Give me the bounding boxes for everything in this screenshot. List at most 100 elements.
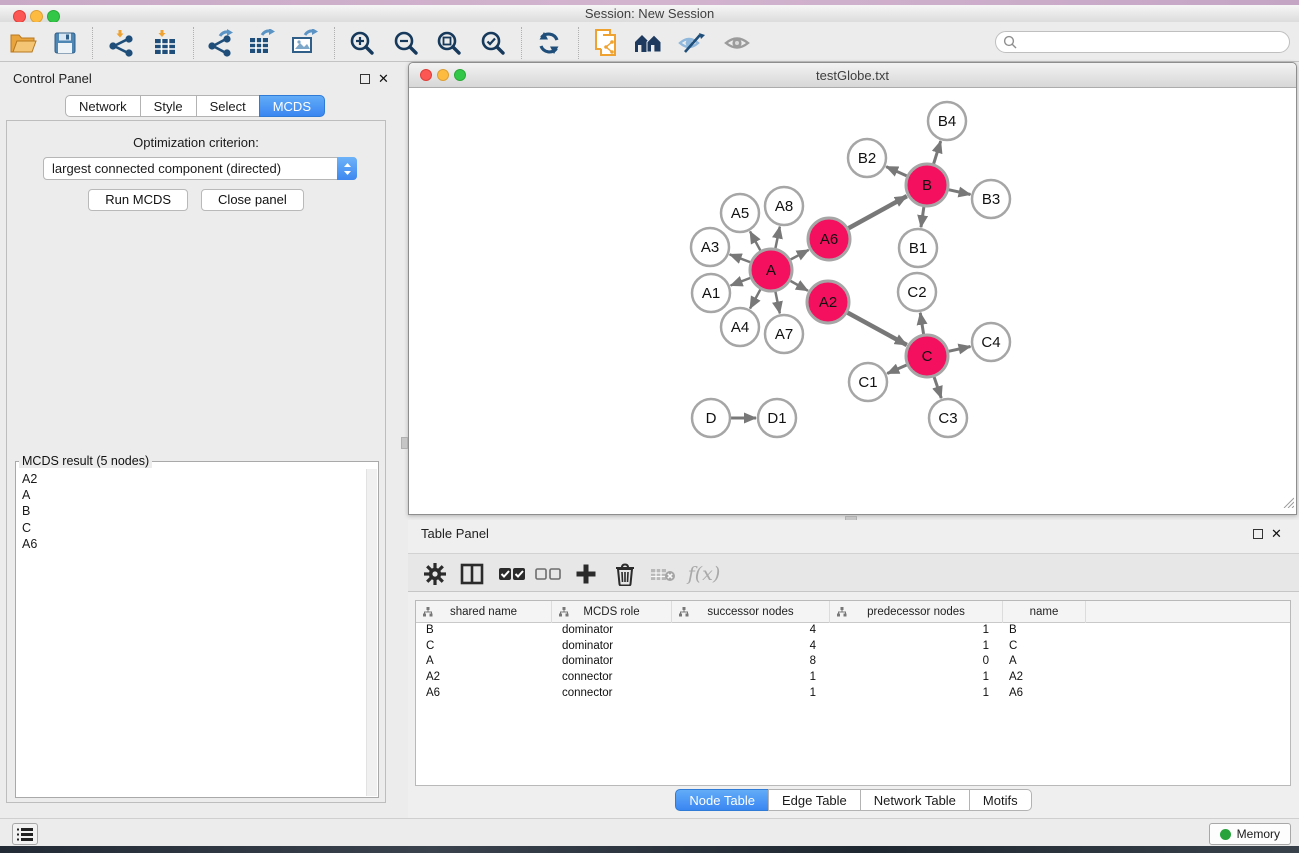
tab-network-table[interactable]: Network Table [860, 789, 970, 811]
table-options-icon[interactable] [420, 559, 450, 589]
close-panel-icon[interactable]: ✕ [378, 71, 389, 87]
tab-style[interactable]: Style [140, 95, 197, 117]
graph-edge-B-B3[interactable] [948, 190, 970, 195]
mcds-result-item[interactable]: C [22, 520, 366, 536]
graph-edge-A6-B[interactable] [848, 196, 907, 228]
graph-edge-A-A7[interactable] [775, 292, 779, 314]
close-table-panel-icon[interactable]: ✕ [1271, 526, 1282, 542]
graph-node-C1[interactable]: C1 [849, 363, 887, 401]
graph-edge-A-A5[interactable] [750, 231, 760, 250]
import-table-icon[interactable] [151, 28, 181, 58]
graph-edge-A-A1[interactable] [731, 278, 751, 286]
node-table[interactable]: shared nameMCDS rolesuccessor nodesprede… [415, 600, 1291, 786]
show-graphics-details-icon[interactable] [722, 28, 752, 58]
graph-node-C4[interactable]: C4 [972, 323, 1010, 361]
column-header-name[interactable]: name [1003, 601, 1086, 623]
graph-node-D[interactable]: D [692, 399, 730, 437]
export-network-icon[interactable] [205, 28, 235, 58]
open-session-icon[interactable] [8, 28, 38, 58]
graph-node-A6[interactable]: A6 [808, 218, 850, 260]
graph-node-B[interactable]: B [906, 164, 948, 206]
graph-node-B4[interactable]: B4 [928, 102, 966, 140]
export-image-icon[interactable] [290, 28, 320, 58]
graph-node-A1[interactable]: A1 [692, 274, 730, 312]
graph-edge-C-C1[interactable] [887, 365, 907, 374]
graph-edge-A2-C[interactable] [847, 313, 906, 345]
deselect-all-icon[interactable] [533, 559, 563, 589]
network-canvas[interactable]: B4B2BB3A8A5A6A3B1AC2A1A2A4A7C4CC1C3DD1 [409, 89, 1296, 514]
table-row[interactable]: A2connector11A2 [416, 670, 1290, 686]
tab-motifs[interactable]: Motifs [969, 789, 1032, 811]
graph-edge-A-A2[interactable] [790, 281, 808, 291]
home-icon[interactable] [633, 28, 663, 58]
zoom-in-icon[interactable] [347, 28, 377, 58]
mcds-result-item[interactable]: A [22, 487, 366, 503]
export-table-icon[interactable] [247, 28, 277, 58]
tab-mcds[interactable]: MCDS [259, 95, 325, 117]
graph-edge-A-A4[interactable] [750, 289, 760, 308]
select-all-icon[interactable] [497, 559, 527, 589]
graph-edge-C-C2[interactable] [920, 313, 923, 335]
search-field[interactable] [995, 31, 1290, 53]
mcds-result-item[interactable]: A6 [22, 536, 366, 552]
table-row[interactable]: Bdominator41B [416, 623, 1290, 639]
graph-edge-B-B2[interactable] [886, 167, 907, 176]
graph-node-C3[interactable]: C3 [929, 399, 967, 437]
tab-select[interactable]: Select [196, 95, 260, 117]
graph-edge-B-B4[interactable] [934, 141, 941, 164]
task-history-button[interactable] [12, 823, 38, 845]
graph-node-A2[interactable]: A2 [807, 281, 849, 323]
float-table-panel-icon[interactable] [1253, 529, 1263, 539]
table-row[interactable]: Cdominator41C [416, 639, 1290, 655]
hide-graphics-details-icon[interactable] [677, 28, 707, 58]
graph-node-A7[interactable]: A7 [765, 315, 803, 353]
criterion-dropdown[interactable]: largest connected component (directed) [43, 157, 357, 180]
mcds-result-list[interactable]: A2ABCA6 [17, 469, 366, 796]
graph-edge-A-A6[interactable] [790, 250, 808, 260]
network-from-clipboard-icon[interactable] [592, 28, 622, 58]
graph-node-A8[interactable]: A8 [765, 187, 803, 225]
table-row[interactable]: Adominator80A [416, 654, 1290, 670]
graph-node-A5[interactable]: A5 [721, 194, 759, 232]
tab-edge-table[interactable]: Edge Table [768, 789, 861, 811]
graph-edge-B-B1[interactable] [921, 207, 924, 227]
graph-node-C[interactable]: C [906, 335, 948, 377]
graph-edge-A-A8[interactable] [775, 227, 779, 249]
graph-edge-C-C3[interactable] [934, 377, 941, 398]
resize-grip-icon[interactable] [1281, 495, 1294, 511]
column-header-predecessor-nodes[interactable]: predecessor nodes [830, 601, 1003, 623]
close-panel-button[interactable]: Close panel [201, 189, 304, 211]
graph-node-A3[interactable]: A3 [691, 228, 729, 266]
graph-edge-A-A3[interactable] [730, 254, 751, 262]
zoom-fit-icon[interactable] [434, 28, 464, 58]
function-builder-icon[interactable]: f(x) [682, 559, 726, 589]
tab-node-table[interactable]: Node Table [675, 789, 769, 811]
save-session-icon[interactable] [50, 28, 80, 58]
graph-node-A4[interactable]: A4 [721, 308, 759, 346]
column-header-successor-nodes[interactable]: successor nodes [672, 601, 830, 623]
tab-network[interactable]: Network [65, 95, 141, 117]
delete-table-icon[interactable] [648, 559, 678, 589]
mcds-result-item[interactable]: A2 [22, 471, 366, 487]
import-network-icon[interactable] [106, 28, 136, 58]
graph-node-A[interactable]: A [750, 249, 792, 291]
add-row-icon[interactable] [571, 559, 601, 589]
search-input[interactable] [1021, 35, 1289, 49]
memory-button[interactable]: Memory [1209, 823, 1291, 845]
graph-node-B3[interactable]: B3 [972, 180, 1010, 218]
zoom-out-icon[interactable] [391, 28, 421, 58]
table-row[interactable]: A6connector11A6 [416, 686, 1290, 702]
mcds-result-scrollbar[interactable] [366, 469, 377, 796]
graph-node-B2[interactable]: B2 [848, 139, 886, 177]
graph-edge-C-C4[interactable] [948, 346, 970, 351]
mcds-result-item[interactable]: B [22, 503, 366, 519]
zoom-selected-icon[interactable] [478, 28, 508, 58]
network-vscroll-thumb[interactable] [401, 437, 408, 449]
network-window-titlebar[interactable]: testGlobe.txt [409, 63, 1296, 88]
graph-node-B1[interactable]: B1 [899, 229, 937, 267]
column-header-shared-name[interactable]: shared name [416, 601, 552, 623]
graph-node-D1[interactable]: D1 [758, 399, 796, 437]
delete-row-icon[interactable] [610, 559, 640, 589]
column-header-MCDS-role[interactable]: MCDS role [552, 601, 672, 623]
run-mcds-button[interactable]: Run MCDS [88, 189, 188, 211]
